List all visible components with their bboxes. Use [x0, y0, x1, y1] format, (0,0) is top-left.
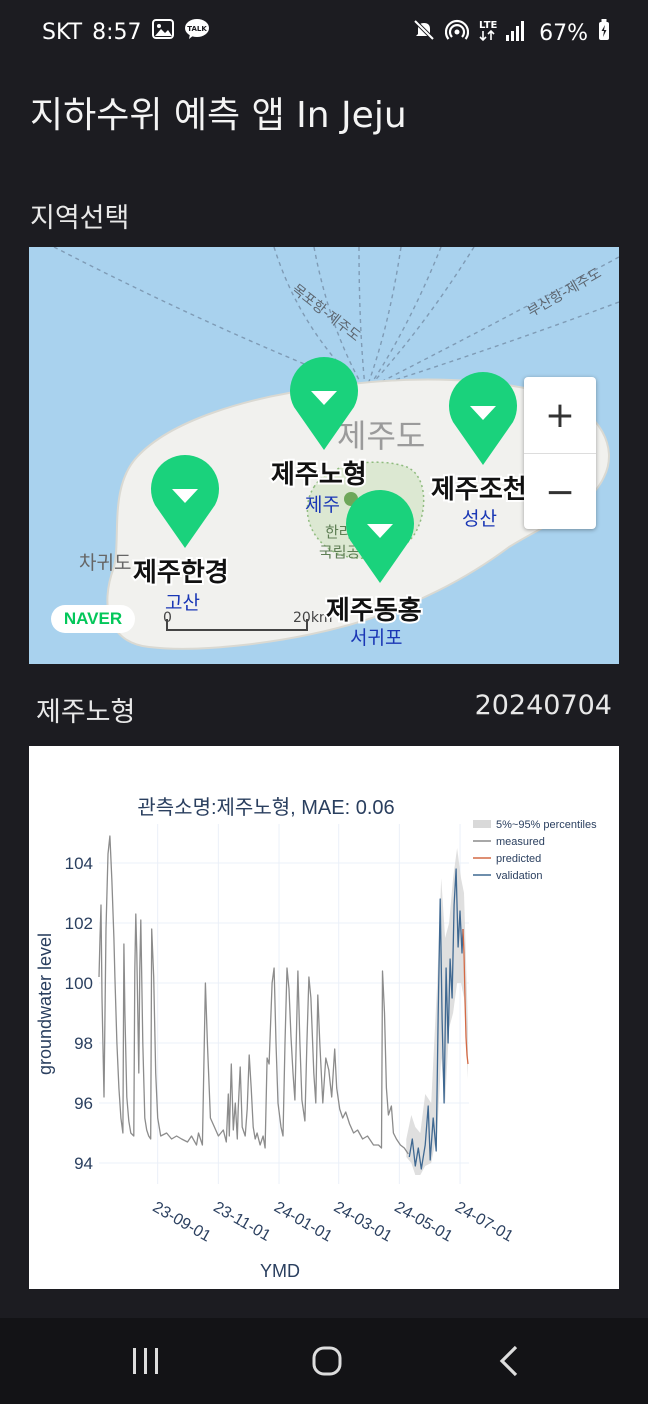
- x-tick-label: 24-07-01: [452, 1199, 516, 1246]
- legend-measured: measured: [496, 836, 545, 848]
- station-label-donghong: 제주동홍: [326, 596, 422, 626]
- legend-predicted: predicted: [496, 853, 541, 865]
- map-view[interactable]: 목포항-제주도 부산항-제주도 제주도 제주 한라 국립공 차귀도 고산 성산 …: [29, 247, 619, 664]
- station-label-nohyeong: 제주노형: [271, 460, 367, 490]
- place-label-chagwido: 차귀도: [79, 552, 131, 574]
- carrier-label: SKT: [42, 19, 83, 45]
- legend-swatch-percentiles: [473, 820, 491, 828]
- recent-apps-button[interactable]: [116, 1338, 176, 1384]
- selected-station: 제주노형: [36, 697, 136, 728]
- zoom-out-button[interactable]: −: [524, 453, 596, 530]
- svg-text:TALK: TALK: [187, 25, 207, 33]
- app-title: 지하수위 예측 앱 In Jeju: [30, 95, 407, 136]
- battery-icon: [598, 19, 610, 47]
- place-label-seongsan: 성산: [462, 508, 497, 530]
- y-tick-label: 100: [65, 974, 93, 993]
- zoom-in-button[interactable]: +: [524, 377, 596, 453]
- chart-canvas: 94 96 98 100 102 104 23-09-0123-11-0124-01-01…: [35, 796, 597, 1281]
- series-line-measured: [98, 835, 409, 1155]
- x-tick-label: 24-01-01: [271, 1199, 335, 1246]
- chart-title: 관측소명:제주노형, MAE: 0.06: [137, 796, 394, 819]
- scale-start: 0: [163, 610, 172, 626]
- route-label-busan: 부산항-제주도: [525, 265, 604, 320]
- region-select-label: 지역선택: [30, 203, 130, 234]
- back-button[interactable]: [478, 1338, 538, 1384]
- chart-legend: 5%~95% percentiles measured predicted va…: [473, 819, 597, 882]
- y-tick-label: 96: [74, 1094, 93, 1113]
- x-tick-label: 23-11-01: [210, 1199, 273, 1245]
- legend-percentiles: 5%~95% percentiles: [496, 819, 597, 831]
- home-button[interactable]: [297, 1338, 357, 1384]
- station-label-hangyeong: 제주한경: [133, 558, 229, 588]
- place-label-seogwipo: 서귀포: [350, 627, 402, 649]
- selected-date: 20240704: [474, 690, 612, 721]
- x-tick-label: 24-05-01: [391, 1199, 455, 1246]
- mute-icon: [413, 19, 435, 47]
- legend-validation: validation: [496, 870, 542, 882]
- clock: 8:57: [92, 19, 142, 45]
- talk-icon: TALK: [184, 18, 210, 46]
- x-tick-label: 23-09-01: [150, 1199, 214, 1246]
- x-tick-label: 24-03-01: [331, 1199, 395, 1246]
- hotspot-icon: [445, 19, 470, 47]
- groundwater-chart: 94 96 98 100 102 104 23-09-01 23-11-01 24-01-01…: [29, 746, 619, 1289]
- y-axis-label: groundwater level: [35, 933, 55, 1075]
- y-tick-label: 94: [74, 1154, 93, 1173]
- y-tick-label: 98: [74, 1034, 93, 1053]
- home-icon: [312, 1346, 342, 1376]
- map-zoom-control: + −: [524, 377, 596, 529]
- island-label: 제주도: [337, 417, 425, 455]
- naver-logo[interactable]: NAVER: [51, 605, 135, 633]
- y-tick-label: 102: [65, 914, 93, 933]
- gallery-icon: [151, 19, 174, 45]
- network-icon: LTE: [479, 18, 529, 48]
- battery-percent: 67%: [539, 20, 588, 46]
- system-nav-bar: [0, 1318, 648, 1404]
- x-axis-label: YMD: [260, 1261, 300, 1281]
- back-icon: [499, 1345, 518, 1377]
- place-label-jeju: 제주: [305, 494, 340, 516]
- route-label-mokpo: 목포항-제주도: [289, 282, 364, 345]
- station-label-jocheon: 제주조천: [431, 475, 527, 505]
- svg-text:LTE: LTE: [479, 20, 498, 31]
- selection-info: 제주노형 20240704: [36, 690, 612, 729]
- recent-apps-icon: [133, 1348, 158, 1374]
- y-tick-label: 104: [65, 854, 93, 873]
- status-bar: SKT 8:57 TALK LTE 67%: [0, 0, 648, 62]
